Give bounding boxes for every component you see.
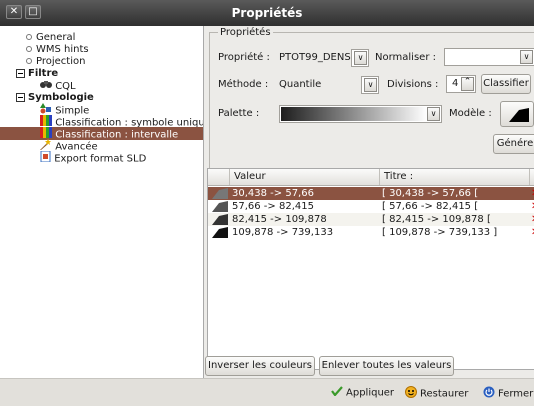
palette-gradient	[281, 107, 427, 121]
apply-button[interactable]: Appliquer	[331, 386, 394, 399]
power-icon	[483, 386, 495, 401]
window-title: Propriétés	[231, 6, 303, 20]
close-button[interactable]: Fermer	[483, 386, 533, 401]
sidebar-item-label: Filtre	[28, 68, 59, 79]
sidebar-item-label: Export format SLD	[54, 153, 147, 165]
column-header-valeur[interactable]: Valeur	[230, 169, 380, 185]
chevron-down-icon[interactable]: ∨	[520, 50, 533, 64]
collapse-icon[interactable]	[16, 92, 25, 102]
divisions-value: 4	[452, 78, 459, 89]
style-swatch[interactable]	[212, 214, 228, 225]
table-row[interactable]: 57,66 -> 82,415[ 57,66 -> 82,415 [✕	[208, 200, 534, 213]
bullet-icon	[26, 58, 32, 64]
properties-panel: Propriétés Propriété : PTOT99_DENS ∨ Nor…	[205, 26, 534, 380]
cell-title[interactable]: [ 57,66 -> 82,415 [	[382, 200, 478, 213]
collapse-icon[interactable]	[16, 68, 25, 78]
generate-button[interactable]: Génére	[493, 134, 534, 154]
spin-icon[interactable]: ⌃	[461, 77, 474, 91]
normalize-dropdown[interactable]: ∨	[444, 48, 534, 66]
method-dropdown[interactable]: ∨	[361, 76, 379, 94]
cell-value: 109,878 -> 739,133	[232, 227, 334, 238]
table-row[interactable]: 82,415 -> 109,878[ 82,415 -> 109,878 [✕	[208, 213, 534, 226]
cell-value: 57,66 -> 82,415	[232, 201, 314, 212]
method-value: Quantile	[279, 79, 322, 90]
model-button[interactable]	[500, 101, 534, 127]
column-header-style[interactable]	[208, 169, 230, 185]
cell-title[interactable]: [ 30,438 -> 57,66 [	[382, 187, 478, 200]
style-swatch[interactable]	[212, 201, 228, 212]
chevron-down-icon[interactable]: ∨	[364, 78, 377, 92]
style-swatch[interactable]	[212, 227, 228, 238]
table-header: Valeur Titre :	[208, 169, 534, 186]
title-bar: ✕ □ Propriétés	[0, 0, 534, 26]
sidebar-tree: General WMS hints Projection Filtre CQL …	[0, 26, 204, 380]
sidebar-item-label: Projection	[36, 56, 86, 67]
cell-value: 30,438 -> 57,66	[232, 188, 314, 199]
classify-button[interactable]: Classifier	[481, 74, 531, 94]
smiley-icon	[405, 386, 417, 401]
properties-legend: Propriétés	[218, 27, 273, 38]
sidebar-item-label: General	[36, 32, 76, 43]
check-icon	[331, 386, 343, 399]
document-icon	[40, 150, 51, 166]
clear-values-button[interactable]: Enlever toutes les valeurs	[319, 356, 454, 376]
property-value: PTOT99_DENS	[279, 52, 351, 63]
model-shape-icon	[509, 108, 529, 122]
chevron-down-icon[interactable]: ∨	[354, 51, 367, 65]
table-row[interactable]: 30,438 -> 57,66[ 30,438 -> 57,66 [✕	[208, 187, 534, 200]
sidebar-item-export-sld[interactable]: Export format SLD	[0, 150, 203, 166]
divisions-spinner[interactable]: 4 ⌃	[446, 75, 476, 93]
cell-title[interactable]: [ 82,415 -> 109,878 [	[382, 213, 491, 226]
chevron-down-icon[interactable]: ∨	[427, 107, 440, 121]
invert-colors-button[interactable]: Inverser les couleurs	[205, 356, 315, 376]
normalize-label: Normaliser :	[375, 52, 436, 63]
style-swatch[interactable]	[212, 188, 228, 199]
table-row[interactable]: 109,878 -> 739,133 [ 109,878 -> 739,133 ]…	[208, 226, 534, 239]
column-header-titre[interactable]: Titre :	[380, 169, 530, 185]
model-label: Modèle :	[449, 108, 492, 119]
cell-value: 82,415 -> 109,878	[232, 214, 327, 225]
classes-table: Valeur Titre : 30,438 -> 57,66 [ 30,438 -…	[207, 168, 534, 370]
palette-dropdown[interactable]: ∨	[279, 105, 442, 123]
property-label: Propriété :	[218, 52, 270, 63]
cell-title[interactable]: [ 109,878 -> 739,133 ]	[382, 226, 497, 239]
divisions-label: Divisions :	[387, 79, 439, 90]
sidebar-item-label: Symbologie	[28, 92, 94, 103]
bullet-icon	[26, 34, 32, 40]
action-bar: Appliquer Restaurer Fermer	[0, 378, 534, 406]
sidebar-item-label: WMS hints	[36, 44, 89, 55]
bullet-icon	[26, 46, 32, 52]
palette-label: Palette :	[218, 108, 260, 119]
property-dropdown[interactable]: ∨	[351, 49, 369, 67]
method-label: Méthode :	[218, 79, 269, 90]
restore-button[interactable]: Restaurer	[405, 386, 468, 401]
